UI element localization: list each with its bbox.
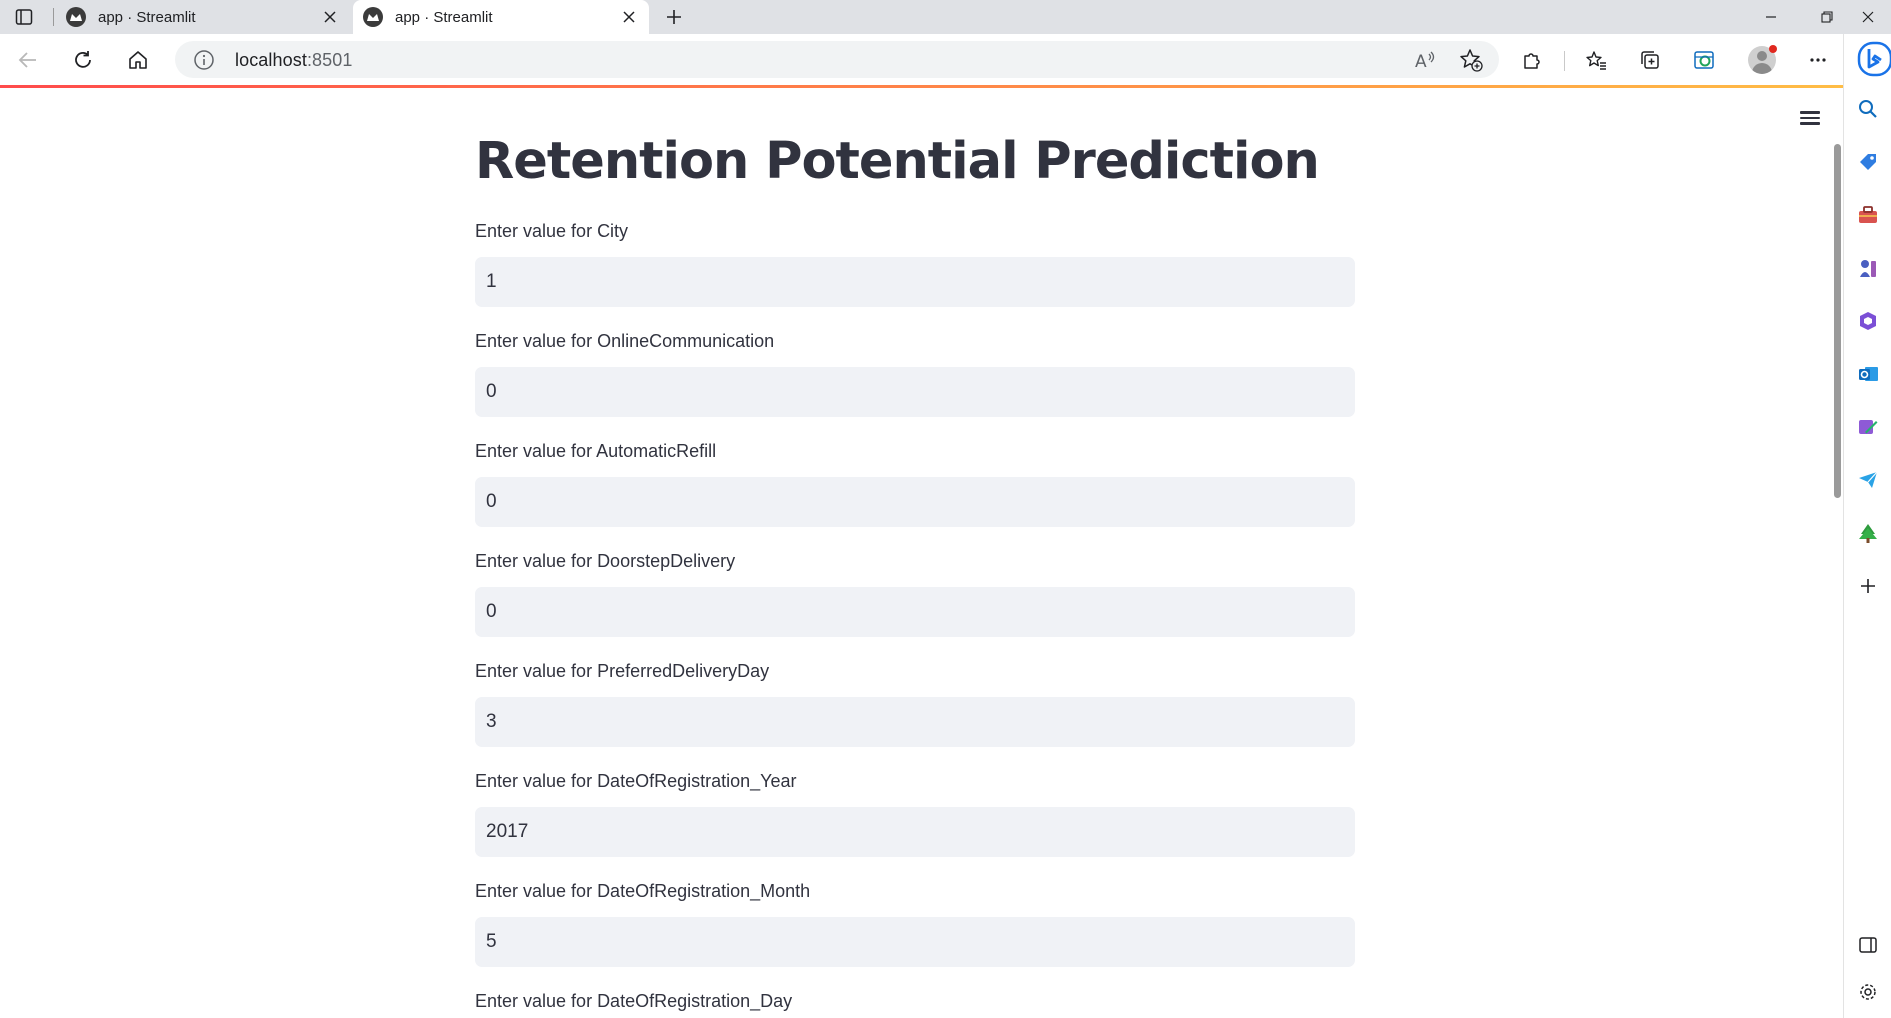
settings-more-button[interactable] <box>1800 42 1836 78</box>
online-communication-input[interactable] <box>475 367 1355 417</box>
close-window-button[interactable] <box>1845 0 1891 34</box>
split-screen-icon <box>1859 937 1877 953</box>
tree-icon <box>1859 524 1877 543</box>
address-bar[interactable]: localhost:8501 A <box>175 41 1499 78</box>
sidebar-send-button[interactable] <box>1855 467 1881 493</box>
streamlit-favicon-icon <box>66 7 86 27</box>
registration-year-input[interactable] <box>475 807 1355 857</box>
sidebar-tree-button[interactable] <box>1855 520 1881 546</box>
sidebar-office-button[interactable] <box>1855 308 1881 334</box>
edge-browser-icon <box>1694 51 1714 69</box>
edge-sidebar <box>1843 34 1891 1018</box>
sidebar-games-button[interactable] <box>1855 255 1881 281</box>
main-menu-button[interactable] <box>1800 108 1824 128</box>
tab-title: app · Streamlit <box>98 8 196 26</box>
notification-dot <box>1769 45 1777 53</box>
outlook-icon <box>1859 367 1878 381</box>
sidebar-settings-button[interactable] <box>1855 979 1881 1005</box>
shopping-tag-icon <box>1860 154 1876 170</box>
tab-title: app · Streamlit <box>395 8 493 26</box>
home-icon <box>129 51 147 69</box>
minimize-icon <box>1766 16 1776 18</box>
field-label-registration-year: Enter value for DateOfRegistration_Year <box>475 771 797 791</box>
collections-icon <box>1641 51 1659 69</box>
sidebar-tools-button[interactable] <box>1855 202 1881 228</box>
edge-app-button[interactable] <box>1686 42 1722 78</box>
home-button[interactable] <box>120 42 156 78</box>
svg-text:A: A <box>1415 52 1427 72</box>
avatar-body <box>1752 63 1772 74</box>
toolbar-separator <box>1564 51 1565 71</box>
city-input[interactable] <box>475 257 1355 307</box>
field-label-automatic-refill: Enter value for AutomaticRefill <box>475 441 717 461</box>
field-label-preferred-delivery-day: Enter value for PreferredDeliveryDay <box>475 661 770 681</box>
close-tab-icon[interactable] <box>320 7 340 27</box>
sidebar-designer-button[interactable] <box>1855 414 1881 440</box>
registration-month-input[interactable] <box>475 917 1355 967</box>
restore-icon <box>1821 11 1833 23</box>
collections-button[interactable] <box>1632 42 1668 78</box>
telegram-icon <box>1859 471 1878 488</box>
bing-chat-button[interactable] <box>1856 34 1891 84</box>
sidebar-add-button[interactable] <box>1855 573 1881 599</box>
scrollbar-thumb[interactable] <box>1834 144 1841 498</box>
field-label-doorstep-delivery: Enter value for DoorstepDelivery <box>475 551 736 571</box>
field-label-online-communication: Enter value for OnlineCommunication <box>475 331 775 351</box>
menu-bar <box>1800 116 1820 119</box>
office-icon <box>1860 312 1876 330</box>
sidebar-outlook-button[interactable] <box>1855 361 1881 387</box>
close-icon <box>1862 11 1874 23</box>
close-tab-icon[interactable] <box>619 7 639 27</box>
refresh-icon <box>75 51 91 68</box>
url-port: :8501 <box>306 50 353 70</box>
back-arrow-icon <box>18 52 36 68</box>
field-label-city: Enter value for City <box>475 221 629 241</box>
avatar-head <box>1757 51 1767 61</box>
field-label-registration-day: Enter value for DateOfRegistration_Day <box>475 991 793 1011</box>
toolbox-icon <box>1859 206 1877 223</box>
field-label-registration-month: Enter value for DateOfRegistration_Month <box>475 881 811 901</box>
games-icon <box>1860 260 1876 277</box>
sidebar-search-button[interactable] <box>1855 96 1881 122</box>
streamlit-favicon-icon <box>363 7 383 27</box>
new-tab-button[interactable] <box>660 3 688 31</box>
refresh-button[interactable] <box>65 42 101 78</box>
more-icon <box>1810 58 1826 62</box>
doorstep-delivery-input[interactable] <box>475 587 1355 637</box>
plus-icon <box>667 10 681 24</box>
page-title: Retention Potential Prediction <box>475 132 1320 191</box>
menu-bar <box>1800 111 1820 114</box>
sidebar-shopping-button[interactable] <box>1855 149 1881 175</box>
read-aloud-icon[interactable]: A <box>1413 48 1437 72</box>
tab-actions-button[interactable] <box>8 4 40 30</box>
browser-toolbar: localhost:8501 A <box>0 34 1891 85</box>
add-favorite-icon[interactable] <box>1459 48 1483 72</box>
designer-icon <box>1859 420 1878 434</box>
puzzle-icon <box>1524 53 1540 69</box>
tab-actions-icon <box>15 9 33 25</box>
settings-icon <box>1860 984 1876 1000</box>
sidebar-split-screen-button[interactable] <box>1855 932 1881 958</box>
favorites-icon <box>1586 51 1606 70</box>
back-button[interactable] <box>10 42 46 78</box>
automatic-refill-input[interactable] <box>475 477 1355 527</box>
info-icon[interactable] <box>193 49 215 71</box>
url-text[interactable]: localhost:8501 <box>235 50 353 71</box>
tab-separator <box>53 8 54 26</box>
minimize-button[interactable] <box>1743 0 1799 34</box>
tab-strip: app · Streamlit app · Streamlit <box>0 0 1891 34</box>
preferred-delivery-day-input[interactable] <box>475 697 1355 747</box>
menu-bar <box>1800 122 1820 125</box>
add-icon <box>1861 579 1875 593</box>
url-host: localhost <box>235 50 307 70</box>
bing-icon <box>1857 41 1891 77</box>
extensions-button[interactable] <box>1514 42 1550 78</box>
tab-active[interactable]: app · Streamlit <box>353 0 649 34</box>
streamlit-app: Retention Potential Prediction Enter val… <box>0 88 1843 1018</box>
favorites-button[interactable] <box>1578 42 1614 78</box>
search-icon <box>1859 100 1877 118</box>
tab-inactive[interactable]: app · Streamlit <box>56 0 350 34</box>
